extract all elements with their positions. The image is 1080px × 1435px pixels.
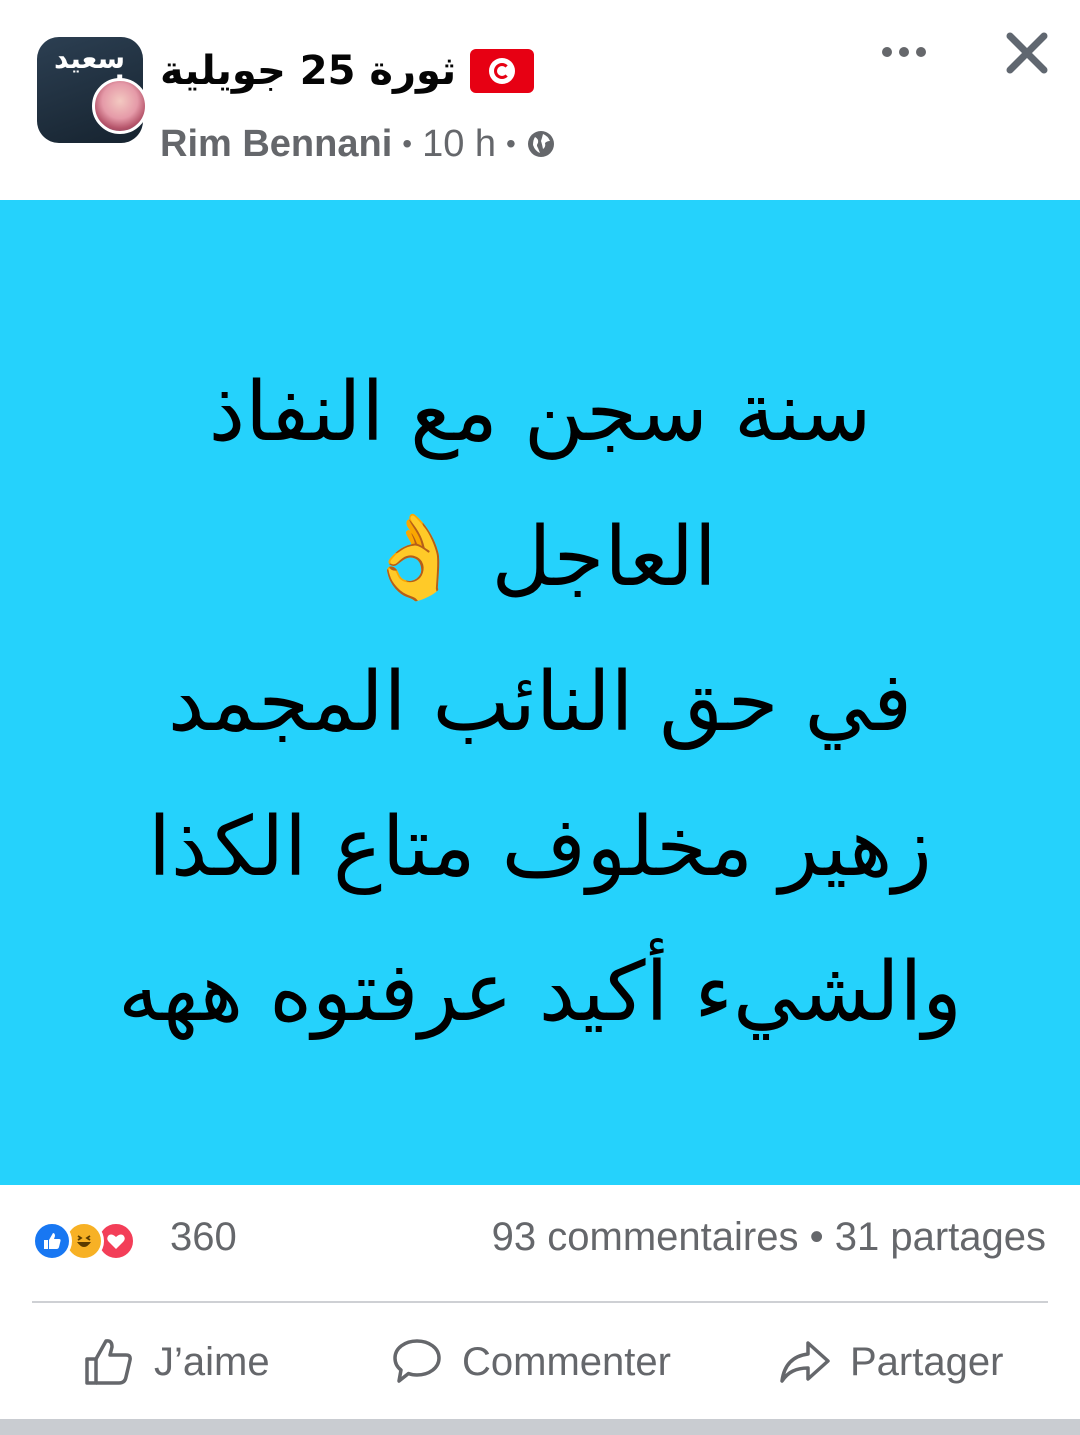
comments-count[interactable]: 93 commentaires bbox=[492, 1215, 799, 1259]
post-text-line: سنة سجن مع النفاذ bbox=[208, 365, 872, 460]
comment-button[interactable]: Commenter bbox=[390, 1329, 671, 1395]
like-reaction-icon bbox=[32, 1221, 72, 1261]
share-button[interactable]: Partager bbox=[778, 1329, 1003, 1395]
post-header: سعيد ك ثورة 25 جويلية Rim Bennani • 10 h… bbox=[0, 0, 1080, 200]
meta-separator: • bbox=[506, 128, 516, 159]
post-actions: J’aime Commenter Partager bbox=[0, 1303, 1080, 1419]
post-text-line: في حق النائب المجمد bbox=[167, 655, 913, 750]
share-arrow-icon bbox=[780, 1341, 830, 1383]
post-content: سنة سجن مع النفاذ العاجل 👌 في حق النائب … bbox=[0, 200, 1080, 1185]
author-name[interactable]: Rim Bennani bbox=[160, 123, 392, 166]
group-title[interactable]: ثورة 25 جويلية bbox=[160, 38, 535, 104]
reaction-icons[interactable] bbox=[32, 1221, 136, 1261]
post-text-line: والشيء أكيد عرفتوه ههه bbox=[118, 945, 962, 1040]
feed-separator bbox=[0, 1419, 1080, 1435]
author-avatar[interactable] bbox=[92, 78, 148, 134]
counts-separator: • bbox=[809, 1215, 824, 1259]
meta-separator: • bbox=[402, 128, 413, 159]
post-time[interactable]: 10 h bbox=[422, 123, 496, 166]
close-icon[interactable] bbox=[998, 24, 1056, 82]
engagement-counts: 93 commentaires • 31 partages bbox=[492, 1215, 1046, 1260]
post-text-line: العاجل 👌 bbox=[363, 510, 717, 605]
shares-count[interactable]: 31 partages bbox=[835, 1215, 1046, 1259]
group-name[interactable]: ثورة 25 جويلية bbox=[160, 48, 456, 94]
more-options-icon[interactable] bbox=[876, 32, 932, 72]
comment-bubble-icon bbox=[393, 1339, 441, 1383]
like-label: J’aime bbox=[154, 1339, 270, 1384]
post-text: سنة سجن مع النفاذ العاجل 👌 في حق النائب … bbox=[0, 340, 1080, 1065]
post-stats: 360 93 commentaires • 31 partages bbox=[0, 1185, 1080, 1301]
tunisia-flag-icon bbox=[470, 49, 535, 93]
share-label: Partager bbox=[850, 1339, 1004, 1384]
globe-icon bbox=[527, 131, 554, 157]
post-card: سعيد ك ثورة 25 جويلية Rim Bennani • 10 h… bbox=[0, 0, 1080, 1435]
like-button[interactable]: J’aime bbox=[82, 1329, 270, 1395]
reaction-count[interactable]: 360 bbox=[170, 1215, 237, 1260]
post-meta: Rim Bennani • 10 h • bbox=[160, 116, 556, 172]
thumbs-up-icon bbox=[85, 1339, 132, 1385]
comment-label: Commenter bbox=[462, 1339, 671, 1384]
post-text-line: زهير مخلوف متاع الكذا bbox=[148, 800, 932, 895]
